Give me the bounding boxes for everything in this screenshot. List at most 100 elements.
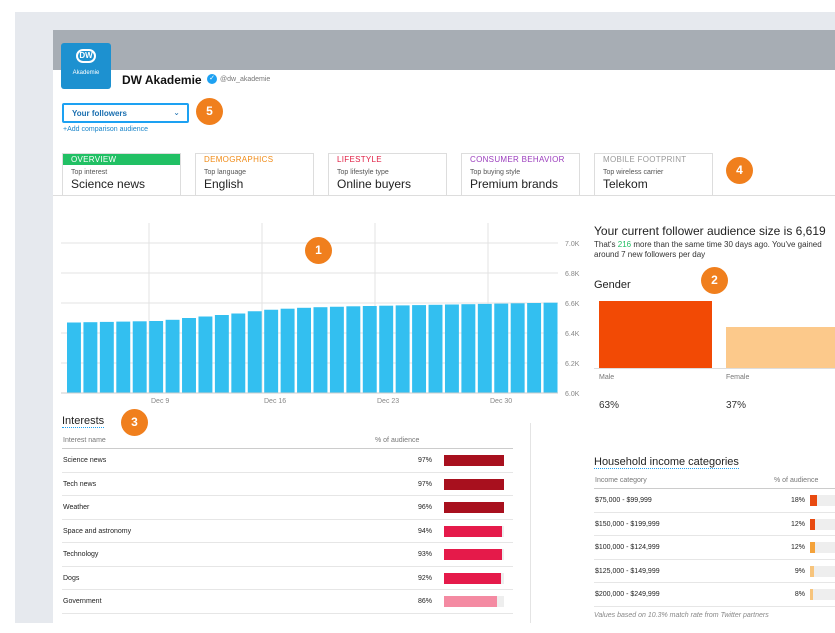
tab-value: Premium brands (470, 177, 559, 191)
table-row: $100,000 - $124,999 12% (594, 536, 835, 560)
tab-overview[interactable]: OVERVIEW Top interest Science news (62, 153, 181, 195)
chart-bar[interactable] (149, 321, 164, 393)
interests-title[interactable]: Interests (62, 415, 105, 428)
gender-axis (594, 368, 835, 369)
account-logo[interactable]: DW Akademie (61, 43, 111, 89)
percent-bar-track (810, 542, 835, 553)
table-row: Weather 96% (62, 496, 513, 520)
gender-female-label: Female (726, 374, 750, 381)
chart-bar[interactable] (67, 322, 81, 394)
y-tick-label: 7.0K (565, 241, 580, 248)
percent-bar-track (444, 572, 504, 584)
chevron-down-icon: ⌄ (173, 108, 180, 117)
tab-demographics[interactable]: DEMOGRAPHICS Top language English (195, 153, 314, 195)
y-tick-label: 6.2K (565, 361, 580, 368)
row-percent: 86% (417, 598, 432, 605)
annotation-badge-4: 4 (726, 157, 753, 184)
row-name: Tech news (63, 480, 97, 488)
audience-size-title: Your current follower audience size is 6… (594, 224, 826, 238)
percent-bar-track (444, 549, 504, 560)
account-handle: @dw_akademie (220, 76, 271, 83)
percent-bar-fill (810, 518, 815, 530)
x-tick-label: Dec 16 (264, 398, 286, 405)
chart-bar[interactable] (116, 321, 131, 393)
chart-bar[interactable] (510, 303, 525, 393)
table-row: $125,000 - $149,999 9% (594, 560, 835, 583)
tab-lifestyle[interactable]: LIFESTYLE Top lifestyle type Online buye… (328, 153, 447, 195)
chart-bar[interactable] (412, 305, 427, 393)
chart-bar[interactable] (477, 303, 492, 393)
row-name: Science news (63, 457, 107, 464)
row-name: Dogs (63, 574, 80, 582)
chart-bar[interactable] (297, 307, 311, 393)
table-row: Dogs 92% (62, 567, 513, 590)
percent-bar-fill (444, 455, 505, 466)
row-name: $100,000 - $124,999 (595, 544, 660, 551)
chart-bar[interactable] (182, 318, 196, 393)
chart-bar[interactable] (543, 302, 558, 393)
chart-bar[interactable] (527, 303, 542, 393)
percent-bar-fill (444, 502, 504, 513)
gender-male-label: Male (599, 374, 615, 381)
tab-title: DEMOGRAPHICS (204, 155, 274, 164)
table-row: $200,000 - $249,999 8% (594, 583, 835, 607)
chart-bar[interactable] (231, 313, 246, 394)
annotation-badge-2: 2 (701, 267, 728, 294)
annotation-badge-1: 1 (305, 237, 332, 264)
y-tick-label: 6.8K (565, 271, 580, 278)
tab-mobile-footprint[interactable]: MOBILE FOOTPRINT Top wireless carrier Te… (594, 153, 713, 195)
percent-bar-fill (444, 572, 502, 584)
column-header-interest-name: Interest name (63, 437, 106, 444)
percent-bar-track (444, 478, 505, 490)
column-header-percent: % of audience (375, 437, 420, 444)
chart-bar[interactable] (214, 315, 229, 393)
chart-bar[interactable] (165, 319, 180, 393)
chart-bar[interactable] (362, 306, 377, 393)
chart-bar[interactable] (346, 306, 361, 393)
chart-bar[interactable] (395, 305, 410, 393)
chart-bar[interactable] (494, 303, 509, 393)
profile-banner (53, 30, 835, 70)
row-percent: 8% (794, 591, 805, 598)
verified-icon: ✓ (207, 74, 217, 84)
account-name[interactable]: DW Akademie (122, 73, 202, 87)
x-tick-label: Dec 23 (377, 398, 399, 405)
table-row: Tech news 97% (62, 473, 513, 496)
y-tick-label: 6.6K (565, 301, 580, 308)
follower-delta: 216 (617, 240, 632, 249)
chart-bar[interactable] (313, 307, 328, 393)
chart-bar[interactable] (99, 321, 114, 393)
tab-subtitle: Top wireless carrier (603, 169, 664, 176)
percent-bar-fill (444, 478, 505, 490)
tab-title: LIFESTYLE (337, 155, 382, 164)
tab-subtitle: Top interest (71, 169, 108, 176)
row-name: $75,000 - $99,999 (595, 497, 652, 504)
audience-select[interactable]: Your followers ⌄ (62, 103, 189, 123)
row-percent: 12% (790, 520, 805, 528)
chart-bar[interactable] (444, 304, 459, 394)
add-comparison-link[interactable]: +Add comparison audience (63, 126, 148, 133)
chart-bar[interactable] (264, 309, 279, 393)
gender-female-bar (726, 327, 835, 368)
chart-bar[interactable] (428, 304, 443, 393)
x-tick-label: Dec 9 (151, 398, 169, 405)
chart-bar[interactable] (247, 311, 262, 393)
percent-bar-track (444, 455, 505, 466)
percent-bar-track (810, 589, 835, 600)
chart-bar[interactable] (329, 306, 344, 393)
gender-male-bar (599, 301, 712, 368)
chart-bar[interactable] (132, 321, 147, 393)
row-name: Technology (63, 551, 99, 558)
chart-bar[interactable] (461, 304, 476, 393)
tab-value: English (204, 177, 244, 191)
chart-bar[interactable] (280, 308, 295, 393)
chart-bar[interactable] (198, 316, 213, 394)
income-title[interactable]: Household income categories (594, 456, 739, 469)
row-percent: 92% (417, 574, 432, 582)
chart-bar[interactable] (379, 305, 394, 393)
percent-bar-fill (810, 589, 814, 600)
tab-title: MOBILE FOOTPRINT (603, 155, 687, 164)
tab-consumer-behavior[interactable]: CONSUMER BEHAVIOR Top buying style Premi… (461, 153, 580, 195)
tab-divider (53, 195, 835, 196)
chart-bar[interactable] (83, 322, 98, 393)
